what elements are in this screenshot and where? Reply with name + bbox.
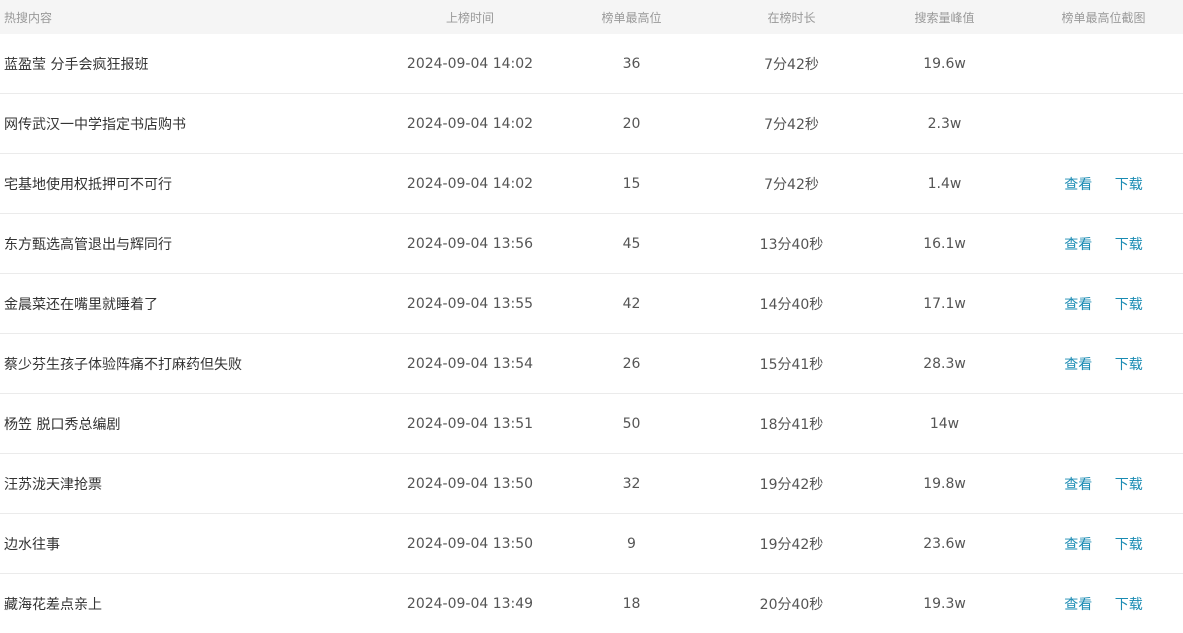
download-screenshot-link[interactable]: 下载 (1115, 234, 1143, 254)
view-screenshot-link[interactable]: 查看 (1064, 174, 1092, 194)
download-screenshot-link[interactable]: 下载 (1115, 474, 1143, 494)
duration: 20分40秒 (759, 596, 824, 613)
hot-search-title: 东方甄选高管退出与辉同行 (4, 236, 172, 253)
hot-search-title: 杨笠 脱口秀总编剧 (4, 416, 121, 433)
peak-search-volume: 1.4w (927, 175, 962, 192)
listed-time: 2024-09-04 13:54 (406, 355, 534, 372)
peak-search-volume: 19.6w (923, 55, 966, 72)
highest-rank: 36 (622, 55, 641, 72)
screenshot-actions: 查看 下载 (1024, 594, 1183, 614)
table-row: 边水往事 2024-09-04 13:50 9 19分42秒 23.6w 查看 … (0, 514, 1183, 574)
hot-search-title: 金晨菜还在嘴里就睡着了 (4, 296, 158, 313)
peak-search-volume: 19.3w (923, 595, 966, 612)
view-screenshot-link[interactable]: 查看 (1064, 294, 1092, 314)
hot-search-title: 网传武汉一中学指定书店购书 (4, 116, 186, 133)
highest-rank: 50 (622, 415, 641, 432)
listed-time: 2024-09-04 14:02 (406, 175, 534, 192)
column-header-content: 热搜内容 (4, 10, 53, 25)
highest-rank: 45 (622, 235, 641, 252)
listed-time: 2024-09-04 13:50 (406, 475, 534, 492)
view-screenshot-link[interactable]: 查看 (1064, 594, 1092, 614)
column-header-duration: 在榜时长 (767, 10, 816, 25)
table-row: 蔡少芬生孩子体验阵痛不打麻药但失败 2024-09-04 13:54 26 15… (0, 334, 1183, 394)
hot-search-title: 蓝盈莹 分手会疯狂报班 (4, 56, 149, 73)
table-row: 藏海花差点亲上 2024-09-04 13:49 18 20分40秒 19.3w… (0, 574, 1183, 633)
hot-search-title: 汪苏泷天津抢票 (4, 476, 102, 493)
duration: 13分40秒 (759, 236, 824, 253)
duration: 7分42秒 (764, 116, 819, 133)
table-row: 东方甄选高管退出与辉同行 2024-09-04 13:56 45 13分40秒 … (0, 214, 1183, 274)
peak-search-volume: 14w (929, 415, 960, 432)
listed-time: 2024-09-04 13:51 (406, 415, 534, 432)
highest-rank: 20 (622, 115, 641, 132)
duration: 19分42秒 (759, 476, 824, 493)
view-screenshot-link[interactable]: 查看 (1064, 234, 1092, 254)
table-row: 网传武汉一中学指定书店购书 2024-09-04 14:02 20 7分42秒 … (0, 94, 1183, 154)
hot-search-title: 边水往事 (4, 536, 60, 553)
view-screenshot-link[interactable]: 查看 (1064, 474, 1092, 494)
listed-time: 2024-09-04 13:50 (406, 535, 534, 552)
view-screenshot-link[interactable]: 查看 (1064, 534, 1092, 554)
peak-search-volume: 19.8w (923, 475, 966, 492)
column-header-rank: 榜单最高位 (601, 10, 662, 25)
hot-search-table: 热搜内容 上榜时间 榜单最高位 在榜时长 搜索量峰值 榜单最高位截图 蓝盈莹 分… (0, 0, 1183, 633)
highest-rank: 15 (622, 175, 641, 192)
duration: 19分42秒 (759, 536, 824, 553)
table-row: 金晨菜还在嘴里就睡着了 2024-09-04 13:55 42 14分40秒 1… (0, 274, 1183, 334)
screenshot-actions: 查看 下载 (1024, 474, 1183, 494)
download-screenshot-link[interactable]: 下载 (1115, 294, 1143, 314)
listed-time: 2024-09-04 13:56 (406, 235, 534, 252)
download-screenshot-link[interactable]: 下载 (1115, 354, 1143, 374)
peak-search-volume: 16.1w (923, 235, 966, 252)
highest-rank: 9 (627, 535, 636, 552)
screenshot-actions: 查看 下载 (1024, 354, 1183, 374)
table-header: 热搜内容 上榜时间 榜单最高位 在榜时长 搜索量峰值 榜单最高位截图 (0, 0, 1183, 34)
duration: 15分41秒 (759, 356, 824, 373)
listed-time: 2024-09-04 13:49 (406, 595, 534, 612)
download-screenshot-link[interactable]: 下载 (1115, 594, 1143, 614)
highest-rank: 32 (622, 475, 641, 492)
peak-search-volume: 23.6w (923, 535, 966, 552)
peak-search-volume: 28.3w (923, 355, 966, 372)
highest-rank: 42 (622, 295, 641, 312)
listed-time: 2024-09-04 14:02 (406, 55, 534, 72)
column-header-time: 上榜时间 (445, 10, 494, 25)
table-row: 蓝盈莹 分手会疯狂报班 2024-09-04 14:02 36 7分42秒 19… (0, 34, 1183, 94)
view-screenshot-link[interactable]: 查看 (1064, 354, 1092, 374)
hot-search-title: 藏海花差点亲上 (4, 596, 102, 613)
hot-search-title: 蔡少芬生孩子体验阵痛不打麻药但失败 (4, 356, 242, 373)
duration: 18分41秒 (759, 416, 824, 433)
screenshot-actions: 查看 下载 (1024, 294, 1183, 314)
column-header-screenshot: 榜单最高位截图 (1061, 10, 1146, 25)
listed-time: 2024-09-04 14:02 (406, 115, 534, 132)
download-screenshot-link[interactable]: 下载 (1115, 174, 1143, 194)
peak-search-volume: 17.1w (923, 295, 966, 312)
duration: 7分42秒 (764, 56, 819, 73)
download-screenshot-link[interactable]: 下载 (1115, 534, 1143, 554)
duration: 14分40秒 (759, 296, 824, 313)
duration: 7分42秒 (764, 176, 819, 193)
column-header-peak: 搜索量峰值 (914, 10, 975, 25)
screenshot-actions: 查看 下载 (1024, 174, 1183, 194)
highest-rank: 18 (622, 595, 641, 612)
peak-search-volume: 2.3w (927, 115, 962, 132)
table-row: 汪苏泷天津抢票 2024-09-04 13:50 32 19分42秒 19.8w… (0, 454, 1183, 514)
table-row: 杨笠 脱口秀总编剧 2024-09-04 13:51 50 18分41秒 14w (0, 394, 1183, 454)
listed-time: 2024-09-04 13:55 (406, 295, 534, 312)
hot-search-title: 宅基地使用权抵押可不可行 (4, 176, 172, 193)
table-row: 宅基地使用权抵押可不可行 2024-09-04 14:02 15 7分42秒 1… (0, 154, 1183, 214)
screenshot-actions: 查看 下载 (1024, 534, 1183, 554)
highest-rank: 26 (622, 355, 641, 372)
screenshot-actions: 查看 下载 (1024, 234, 1183, 254)
